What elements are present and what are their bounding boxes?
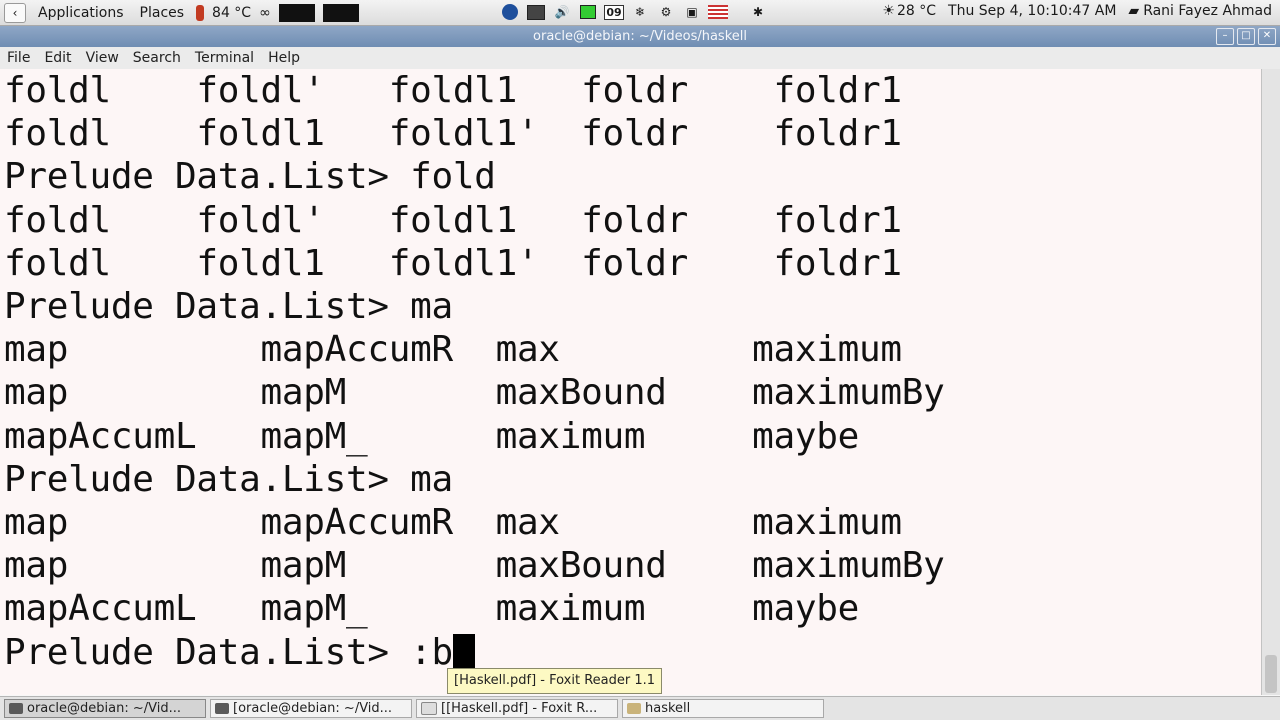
terminal-line: Prelude Data.List> fold	[4, 156, 496, 198]
places-menu[interactable]: Places	[136, 5, 189, 21]
taskbar-item-label: oracle@debian: ~/Vid...	[27, 701, 181, 716]
menu-help[interactable]: Help	[261, 50, 307, 66]
terminal-line: map mapAccumR max maximum	[4, 329, 902, 371]
terminal-line: map mapM maxBound maximumBy	[4, 545, 945, 587]
monitor-icon[interactable]	[526, 2, 546, 22]
terminal-icon	[215, 703, 229, 714]
menu-bar: File Edit View Search Terminal Help	[0, 47, 1280, 70]
menu-edit[interactable]: Edit	[37, 50, 78, 66]
menu-view[interactable]: View	[79, 50, 126, 66]
weather-temperature[interactable]: 28 °C	[897, 3, 936, 19]
taskbar-item-foxit[interactable]: [[Haskell.pdf] - Foxit R...	[416, 699, 618, 718]
menu-search[interactable]: Search	[126, 50, 188, 66]
network-icon[interactable]: ❄	[630, 2, 650, 22]
maximize-icon[interactable]: □	[1237, 28, 1255, 45]
terminal-icon	[9, 703, 23, 714]
clipboard-icon[interactable]: ▣	[682, 2, 702, 22]
chevron-left-icon[interactable]: ‹	[4, 3, 26, 23]
calendar-icon[interactable]: 09	[604, 2, 624, 22]
vertical-scrollbar[interactable]	[1261, 69, 1280, 695]
top-panel: ‹ Applications Places 84 °C ∞ 🔊 09 ❄ ⚙ ▣…	[0, 0, 1280, 26]
user-menu[interactable]: Rani Fayez Ahmad	[1143, 3, 1272, 19]
scrollbar-thumb[interactable]	[1265, 655, 1277, 693]
volume-icon[interactable]: 🔊	[552, 2, 572, 22]
bluetooth-icon[interactable]: ✱	[748, 2, 768, 22]
minimize-icon[interactable]: –	[1216, 28, 1234, 45]
chat-icon: ▰	[1128, 3, 1140, 19]
clock[interactable]: Thu Sep 4, 10:10:47 AM	[948, 3, 1116, 19]
taskbar-item-label: [[Haskell.pdf] - Foxit R...	[441, 701, 598, 716]
terminal-line: Prelude Data.List> ma	[4, 458, 453, 500]
close-icon[interactable]: ✕	[1258, 28, 1276, 45]
terminal-line: foldl foldl' foldl1 foldr foldr1	[4, 70, 902, 111]
taskbar-item-terminal[interactable]: oracle@debian: ~/Vid...	[4, 699, 206, 718]
thermometer-icon	[196, 5, 205, 21]
terminal-line: mapAccumL mapM_ maximum maybe	[4, 588, 859, 630]
globe-icon[interactable]	[500, 2, 520, 22]
window-title: oracle@debian: ~/Videos/haskell	[533, 29, 747, 44]
terminal-line: mapAccumL mapM_ maximum maybe	[4, 415, 859, 457]
battery-icon[interactable]	[578, 2, 598, 22]
temperature-readout: 84 °C	[212, 5, 252, 21]
terminal-prompt-line: Prelude Data.List> :b	[4, 631, 453, 673]
cpu-graph-widget	[278, 4, 315, 22]
terminal-line: foldl foldl' foldl1 foldr foldr1	[4, 199, 902, 241]
terminal-line: Prelude Data.List> ma	[4, 286, 453, 328]
us-flag-icon[interactable]	[708, 2, 728, 22]
terminal-area[interactable]: foldl foldl' foldl1 foldr foldr1 foldl f…	[0, 69, 1262, 695]
terminal-line: foldl foldl1 foldl1' foldr foldr1	[4, 113, 902, 155]
applications-menu[interactable]: Applications	[34, 5, 128, 21]
terminal-line: map mapM maxBound maximumBy	[4, 372, 945, 414]
text-cursor	[452, 633, 475, 668]
taskbar-item-haskell-folder[interactable]: haskell	[622, 699, 824, 718]
terminal-line: map mapAccumR max maximum	[4, 502, 902, 544]
update-icon[interactable]: ⚙	[656, 2, 676, 22]
taskbar-tooltip: [Haskell.pdf] - Foxit Reader 1.1	[447, 668, 663, 694]
taskbar-item-terminal-2[interactable]: [oracle@debian: ~/Vid...	[210, 699, 412, 718]
menu-file[interactable]: File	[0, 50, 37, 66]
terminal-line: foldl foldl1 foldl1' foldr foldr1	[4, 242, 902, 284]
glasses-icon: ∞	[259, 5, 271, 21]
taskbar: oracle@debian: ~/Vid... [oracle@debian: …	[0, 696, 1280, 720]
window-titlebar[interactable]: oracle@debian: ~/Videos/haskell – □ ✕	[0, 26, 1280, 47]
menu-terminal[interactable]: Terminal	[188, 50, 261, 66]
weather-icon: ☀	[882, 3, 895, 19]
pdf-icon	[421, 702, 437, 715]
taskbar-item-label: haskell	[645, 701, 691, 716]
taskbar-item-label: [oracle@debian: ~/Vid...	[233, 701, 393, 716]
memory-graph-widget	[322, 4, 359, 22]
folder-icon	[627, 703, 641, 714]
